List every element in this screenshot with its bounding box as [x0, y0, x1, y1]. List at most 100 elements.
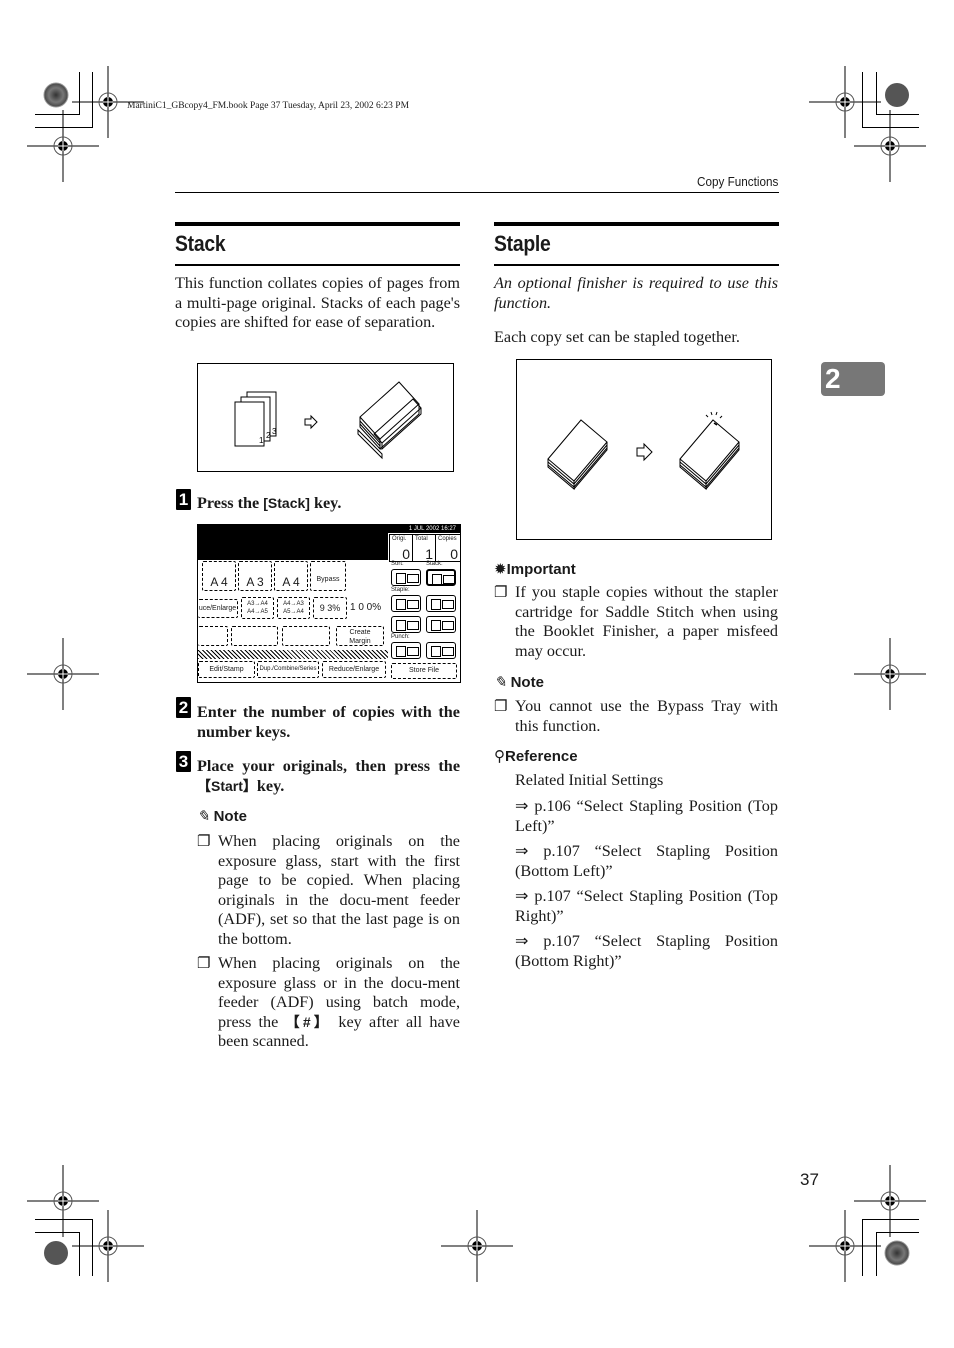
registration-target-icon: [853, 1164, 927, 1238]
panel-date: 1 JUL 2002 16:27: [198, 525, 460, 533]
registration-target-icon: [808, 1209, 882, 1283]
sort-button[interactable]: [391, 569, 421, 586]
color-disk-icon: [884, 1240, 910, 1266]
step-3-text: Place your originals, then press the 【St…: [197, 757, 460, 795]
punch-label: Punch:: [391, 634, 410, 640]
note-item: When placing originals on the exposure g…: [218, 832, 460, 948]
reference-link[interactable]: ⇒ p.107 “Select Stapling Position (Top R…: [515, 887, 778, 926]
stack-label: Stack:: [426, 561, 443, 567]
message-area: [198, 533, 388, 560]
counter-copies: Copies 0: [435, 534, 460, 562]
reference-intro: Related Initial Settings: [515, 771, 664, 789]
staple-figure: [516, 359, 772, 540]
paper-tray-2-button[interactable]: A 4: [202, 561, 236, 591]
staple-top-left-button[interactable]: [391, 595, 421, 612]
important-icon: ✹: [494, 562, 507, 578]
registration-target-icon: [440, 1209, 514, 1283]
page-label: 2: [266, 431, 271, 440]
registration-target-icon: [853, 109, 927, 183]
staple-intro: Each copy set can be stapled together.: [494, 328, 740, 346]
counter-originals: Origi. 0: [389, 534, 413, 562]
arrow-right-icon: [304, 414, 318, 430]
punch-top-button[interactable]: [426, 642, 456, 659]
pencil-icon: ✎: [197, 809, 210, 825]
registration-target-icon: [26, 1164, 100, 1238]
reference-heading: ⚲Reference: [494, 748, 578, 765]
ratio-preset-2-button[interactable]: A4→A3 A5→A4: [277, 597, 310, 619]
hash-key-label: 【#】: [285, 1013, 332, 1030]
stapled-stack-icon: [679, 411, 740, 491]
bypass-button[interactable]: Bypass: [310, 561, 346, 591]
staple-two-button[interactable]: [426, 616, 456, 633]
tab-reduce-enlarge[interactable]: Reduce/Enlarge: [322, 661, 386, 678]
copier-control-panel: 1 JUL 2002 16:27 Origi. 0 Total 1 Copies 0 …: [197, 524, 461, 683]
reference-link[interactable]: ⇒ p.106 “Select Stapling Position (Top L…: [515, 797, 778, 836]
color-disk-icon: [43, 82, 69, 108]
section-title-staple: Staple: [494, 231, 551, 256]
note-item: When placing originals on the exposure g…: [218, 954, 460, 1051]
important-item: If you staple copies without the stapler…: [515, 583, 778, 660]
paper-tray-3-button[interactable]: A 3: [238, 561, 272, 591]
checkbox-bullet-icon: ❐: [494, 697, 508, 715]
checkbox-bullet-icon: ❐: [197, 954, 211, 972]
create-margin-button[interactable]: Create Margin: [336, 626, 384, 646]
color-disk-icon: [885, 83, 909, 107]
checkbox-bullet-icon: ❐: [197, 832, 211, 850]
combine-4-button[interactable]: [282, 626, 330, 646]
stack-button[interactable]: [426, 569, 456, 586]
ratio-preset-1-button[interactable]: A3→A4 A4→A5: [241, 597, 274, 619]
page-label: 1: [259, 436, 264, 445]
pencil-icon: ✎: [494, 675, 507, 691]
ratio-value: 1 0 0%: [350, 602, 382, 613]
color-disk-icon: [44, 1241, 68, 1265]
staple-illustration: [547, 411, 740, 491]
section-rule-top: [175, 222, 460, 226]
staple-label: Staple:: [391, 587, 410, 593]
shifted-stack-icon: [357, 381, 422, 460]
duplex-button[interactable]: [198, 626, 228, 646]
note-item: You cannot use the Bypass Tray with this…: [515, 697, 778, 735]
registration-target-icon: [71, 1209, 145, 1283]
reference-link[interactable]: ⇒ p.107 “Select Stapling Position (Botto…: [515, 842, 778, 881]
staple-bottom-left-button[interactable]: [391, 616, 421, 633]
tab-edit-stamp[interactable]: Edit/Stamp: [198, 661, 255, 678]
combine-button[interactable]: [231, 626, 278, 646]
paper-tray-t-button[interactable]: A 4: [274, 561, 308, 591]
step-1-text: Press the [Stack] key.: [197, 494, 342, 512]
registration-marks: [26, 65, 927, 1283]
step-number: 1: [176, 489, 191, 510]
registration-target-icon: [853, 637, 927, 711]
header-rule: [175, 192, 779, 193]
hatched-divider: [198, 650, 388, 659]
staple-requirement: An optional finisher is required to use …: [494, 274, 778, 312]
section-title-stack: Stack: [175, 231, 226, 256]
ratio-preset-3-button[interactable]: 9 3%: [313, 597, 347, 619]
registration-target-icon: [808, 65, 882, 139]
note-heading: ✎ Note: [494, 674, 544, 691]
start-key-label: 【Start】: [197, 777, 257, 794]
stack-intro: This function collates copies of pages f…: [175, 274, 460, 332]
store-file-button[interactable]: Store File: [391, 663, 457, 679]
paper-stack-icon: [547, 419, 608, 491]
registration-target-icon: [26, 637, 100, 711]
sort-label: Sort:: [391, 561, 404, 567]
step-number: 3: [176, 751, 191, 772]
section-rule-top: [494, 222, 779, 226]
stack-illustration: 1 2 3: [234, 381, 422, 460]
arrow-right-icon: [636, 442, 653, 462]
registration-target-icon: [26, 109, 100, 183]
staple-top-right-button[interactable]: [426, 595, 456, 612]
punch-left-button[interactable]: [391, 642, 421, 659]
reduce-enlarge-button[interactable]: uce/Enlarge: [198, 599, 238, 618]
page-label: 3: [272, 427, 277, 436]
chapter-tab: 2: [821, 362, 885, 396]
tab-dup-combine-series[interactable]: Dup./Combine/Series: [257, 661, 319, 678]
step-number: 2: [176, 697, 191, 718]
stack-figure: 1 2 3: [197, 363, 454, 472]
magnifier-icon: ⚲: [494, 749, 505, 765]
book-info: MartiniC1_GBcopy4_FM.book Page 37 Tuesda…: [127, 101, 410, 111]
reference-link[interactable]: ⇒ p.107 “Select Stapling Position (Botto…: [515, 932, 778, 971]
counter-total: Total 1: [412, 534, 436, 562]
step-2-text: Enter the number of copies with the numb…: [197, 703, 460, 741]
running-head: Copy Functions: [696, 174, 778, 189]
